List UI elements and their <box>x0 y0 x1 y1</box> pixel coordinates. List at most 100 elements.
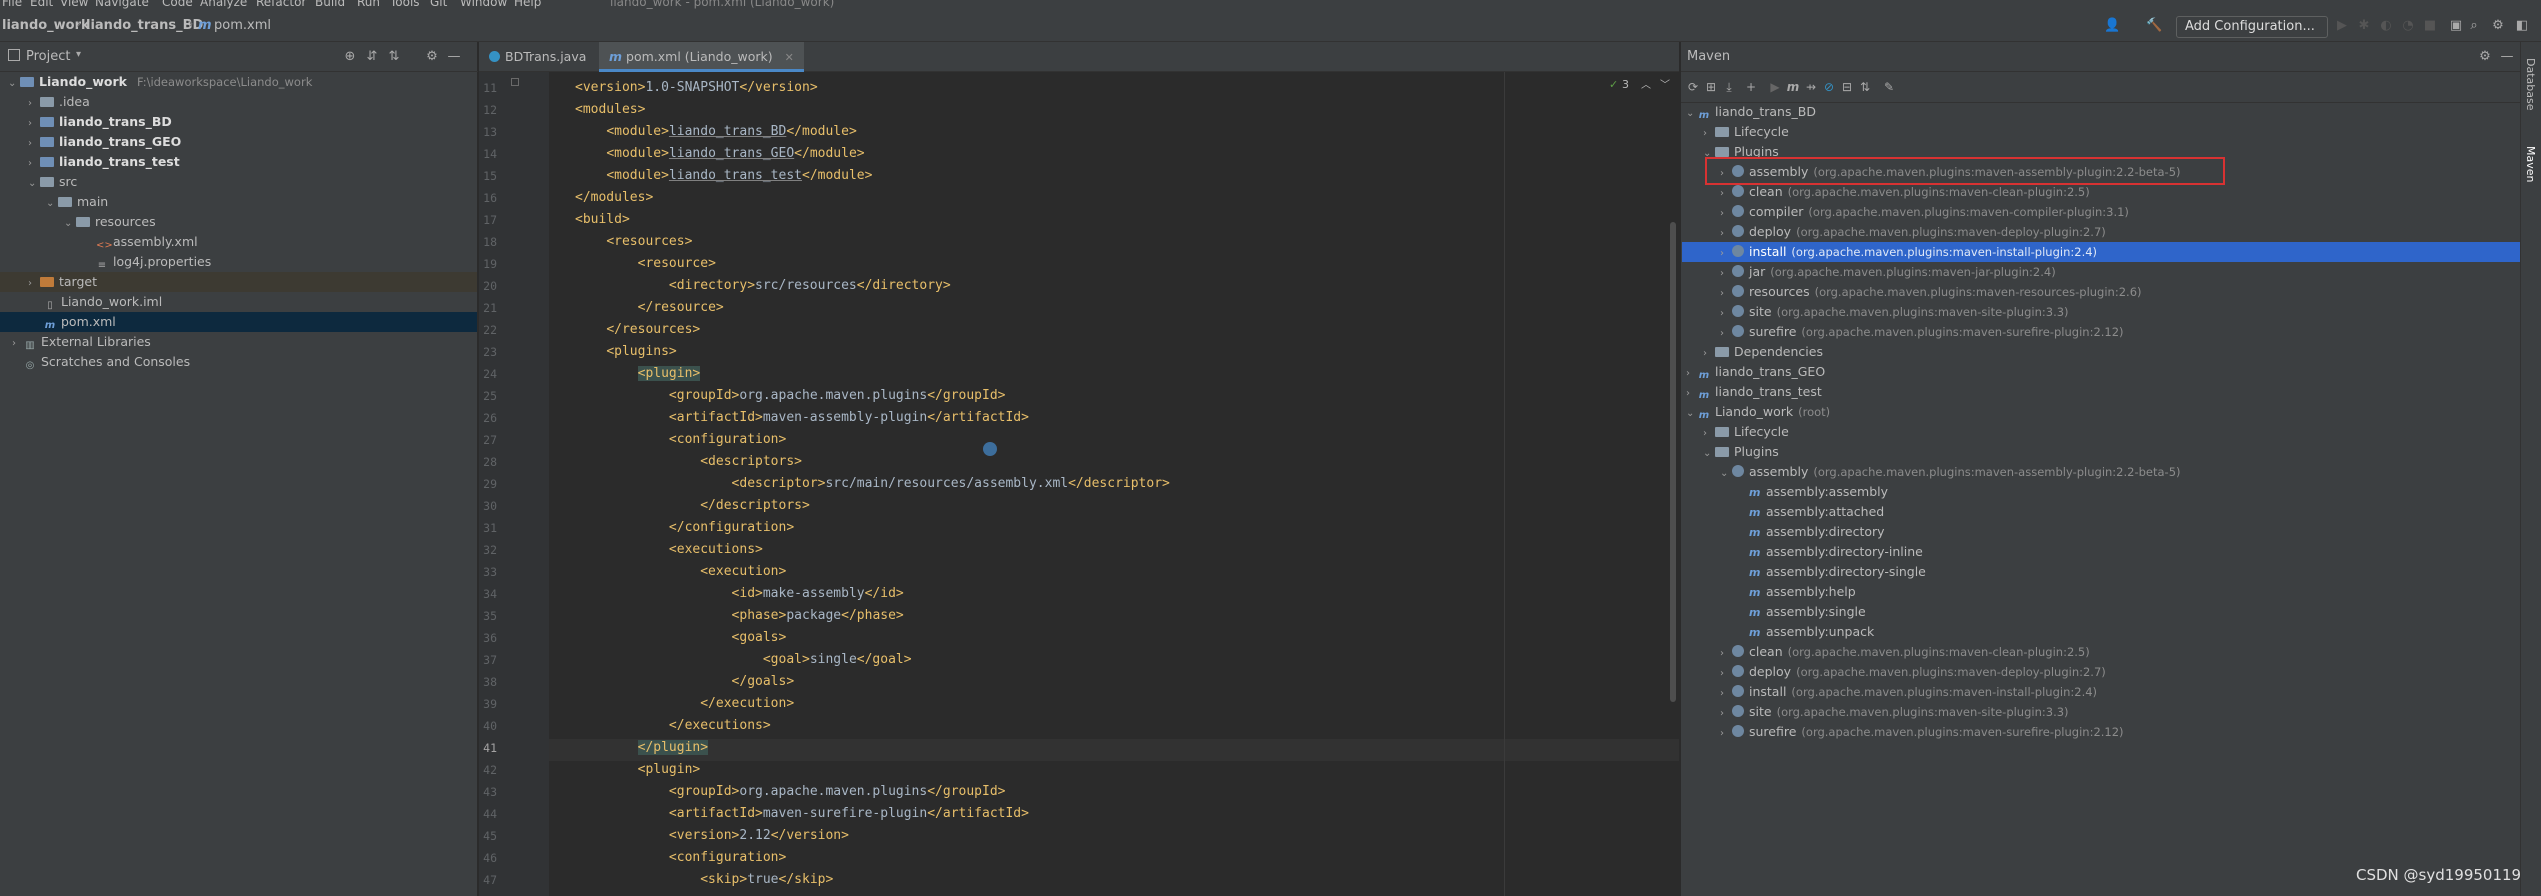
maven-tree-item[interactable]: m assembly:directory-inline <box>1737 542 1923 562</box>
code-line[interactable]: <module>liando_trans_test</module> <box>575 165 872 187</box>
code-line[interactable]: <groupId>org.apache.maven.plugins</group… <box>575 385 1006 407</box>
chevron-down-icon[interactable]: ⌄ <box>28 174 40 194</box>
breadcrumb-file[interactable]: pom.xml <box>214 18 271 33</box>
editor-scrollbar[interactable] <box>1670 222 1676 702</box>
chevron-right-icon[interactable]: › <box>28 274 40 294</box>
maven-tree-item[interactable]: ⌄ m liando_trans_BD <box>1686 102 1816 122</box>
panel-settings-icon[interactable]: ⚙ <box>2477 49 2493 65</box>
code-line[interactable]: <execution> <box>575 561 786 583</box>
chevron-down-icon[interactable]: ⌄ <box>1720 464 1732 484</box>
chevron-right-icon[interactable]: › <box>1720 664 1732 684</box>
chevron-right-icon[interactable]: › <box>1720 264 1732 284</box>
maven-tree-item[interactable]: › clean (org.apache.maven.plugins:maven-cl… <box>1720 642 2090 662</box>
chevron-down-icon[interactable]: ⌄ <box>8 74 20 94</box>
generate-sources-icon[interactable]: ⊞ <box>1703 79 1719 95</box>
code-line[interactable]: <phase>package</phase> <box>575 605 904 627</box>
chevron-right-icon[interactable]: › <box>28 134 40 154</box>
code-line[interactable]: <groupId>org.apache.maven.plugins</group… <box>575 781 1006 803</box>
next-highlight-icon[interactable]: ﹀ <box>1660 76 1670 91</box>
maven-tree-item[interactable]: m assembly:single <box>1737 602 1866 622</box>
settings-gear-icon[interactable]: ⚙ <box>2490 18 2506 34</box>
chevron-right-icon[interactable]: › <box>1703 344 1715 364</box>
menu-file[interactable]: File <box>2 0 22 9</box>
code-line[interactable]: <configuration> <box>575 429 786 451</box>
chevron-down-icon[interactable]: ⌄ <box>1703 444 1715 464</box>
hide-panel-icon[interactable]: — <box>446 49 462 65</box>
locate-target-icon[interactable]: ⊕ <box>342 49 358 65</box>
tree-item-liando-trans-geo[interactable]: › liando_trans_GEO <box>28 132 181 152</box>
code-line[interactable]: </execution> <box>575 693 794 715</box>
chevron-right-icon[interactable]: › <box>1720 224 1732 244</box>
maven-tree-item[interactable]: › m liando_trans_test <box>1686 382 1822 402</box>
code-line[interactable]: </resources> <box>575 319 700 341</box>
code-line[interactable]: <goal>single</goal> <box>575 649 912 671</box>
execute-goal-icon[interactable]: m <box>1785 79 1801 95</box>
user-icon[interactable]: 👤 <box>2104 18 2120 34</box>
maven-tab[interactable]: Maven <box>2524 146 2537 182</box>
maven-tree-item[interactable]: › Dependencies <box>1703 342 1823 362</box>
chevron-right-icon[interactable]: › <box>1720 324 1732 344</box>
chevron-right-icon[interactable]: › <box>1720 724 1732 744</box>
code-line[interactable]: </plugin> <box>575 737 709 759</box>
code-line[interactable]: <artifactId>maven-assembly-plugin</artif… <box>575 407 1029 429</box>
project-view-title[interactable]: Project <box>26 49 70 64</box>
download-icon[interactable]: ⤓ <box>1721 79 1737 95</box>
code-line[interactable]: <configuration> <box>575 847 786 869</box>
code-line[interactable]: <modules> <box>575 99 645 121</box>
debug-icon[interactable]: ✱ <box>2356 18 2372 34</box>
maven-tree-item[interactable]: › install (org.apache.maven.plugins:maven-… <box>1720 242 2097 262</box>
run-configuration-button[interactable]: Add Configuration... <box>2176 16 2328 38</box>
profile-icon[interactable]: ◔ <box>2400 18 2416 34</box>
close-icon[interactable]: ✕ <box>785 51 794 64</box>
collapse-all-icon[interactable]: ⇅ <box>386 49 402 65</box>
code-line[interactable]: <directory>src/resources</directory> <box>575 275 951 297</box>
code-line[interactable]: <resources> <box>575 231 692 253</box>
code-line[interactable]: <descriptors> <box>575 451 802 473</box>
code-line[interactable]: </goals> <box>575 671 795 693</box>
code-line[interactable]: <skip>true</skip> <box>575 869 833 891</box>
code-line[interactable]: </configuration> <box>575 517 794 539</box>
chevron-down-icon[interactable]: ⌄ <box>1686 104 1698 124</box>
reload-icon[interactable]: ⟳ <box>1685 79 1701 95</box>
tree-item-log4j-properties[interactable]: ≡ log4j.properties <box>96 252 211 272</box>
chevron-right-icon[interactable]: › <box>1720 284 1732 304</box>
chevron-right-icon[interactable]: › <box>1720 304 1732 324</box>
vcs-update-icon[interactable]: ▣ <box>2448 18 2464 34</box>
inspection-check-icon[interactable]: ✓ <box>1609 78 1618 91</box>
coverage-icon[interactable]: ◐ <box>2378 18 2394 34</box>
maven-tree-item[interactable]: › deploy (org.apache.maven.plugins:maven-d… <box>1720 222 2106 242</box>
maven-tree-item[interactable]: › site (org.apache.maven.plugins:maven-sit… <box>1720 702 2069 722</box>
tree-item-liando-trans-test[interactable]: › liando_trans_test <box>28 152 180 172</box>
code-line[interactable]: <descriptor>src/main/resources/assembly.… <box>575 473 1170 495</box>
code-line[interactable]: </resource> <box>575 297 724 319</box>
chevron-right-icon[interactable]: › <box>1720 184 1732 204</box>
tree-item-external-libraries[interactable]: › ▥ External Libraries <box>12 332 151 352</box>
ide-update-icon[interactable]: ◧ <box>2514 18 2530 34</box>
code-line[interactable]: <plugin> <box>575 363 701 385</box>
code-line[interactable]: </descriptors> <box>575 495 810 517</box>
maven-tree-item[interactable]: › resources (org.apache.maven.plugins:mave… <box>1720 282 2142 302</box>
menu-analyze[interactable]: Analyze <box>200 0 247 9</box>
expand-all-icon[interactable]: ⇵ <box>364 49 380 65</box>
code-line[interactable]: <version>2.12</version> <box>575 825 849 847</box>
menu-edit[interactable]: Edit <box>30 0 53 9</box>
show-dependencies-icon[interactable]: ⊟ <box>1839 79 1855 95</box>
menu-navigate[interactable]: Navigate <box>95 0 149 9</box>
chevron-right-icon[interactable]: › <box>1720 684 1732 704</box>
chevron-right-icon[interactable]: › <box>1686 364 1698 384</box>
tab-bdtrans-java[interactable]: BDTrans.java ✕ <box>479 42 618 72</box>
maven-tree-item[interactable]: › jar (org.apache.maven.plugins:maven-jar-… <box>1720 262 2056 282</box>
tree-item-src[interactable]: ⌄ src <box>28 172 77 192</box>
tree-item-target[interactable]: › target <box>0 272 477 292</box>
panel-settings-icon[interactable]: ⚙ <box>424 49 440 65</box>
code-line[interactable]: </modules> <box>575 187 653 209</box>
code-line[interactable]: <plugin> <box>575 759 701 781</box>
chevron-down-icon[interactable]: ⌄ <box>46 194 58 214</box>
chevron-right-icon[interactable]: › <box>1703 124 1715 144</box>
collapse-all-icon[interactable]: ⇅ <box>1857 79 1873 95</box>
add-icon[interactable]: + <box>1743 79 1759 95</box>
database-tab[interactable]: Database <box>2524 58 2537 111</box>
maven-tree-item[interactable]: › site (org.apache.maven.plugins:maven-sit… <box>1720 302 2069 322</box>
chevron-right-icon[interactable]: › <box>1720 204 1732 224</box>
maven-tree-item[interactable]: ⌄ assembly (org.apache.maven.plugins:maven… <box>1720 462 2181 482</box>
